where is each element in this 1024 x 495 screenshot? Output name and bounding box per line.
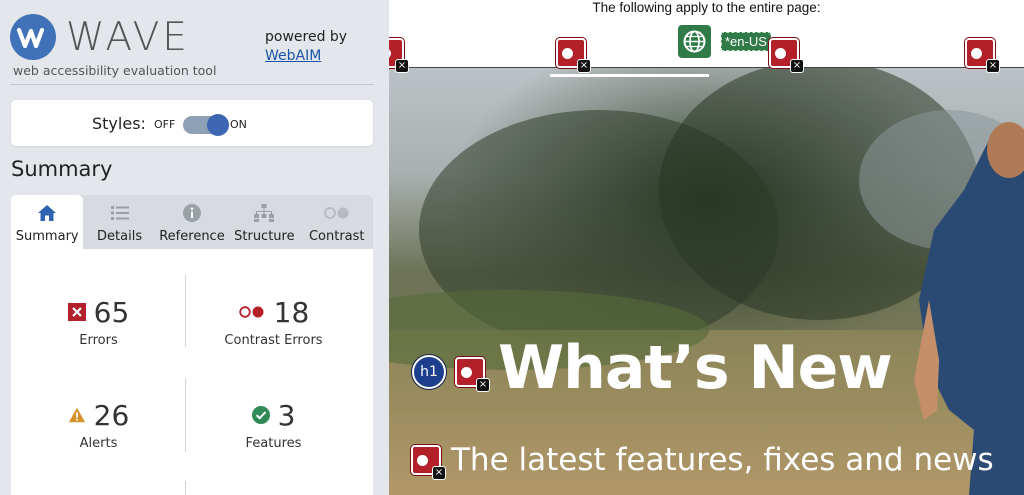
close-icon: × xyxy=(790,59,804,73)
features-count: 3 xyxy=(277,398,296,432)
info-icon xyxy=(156,203,228,223)
home-icon xyxy=(11,203,83,223)
tab-summary[interactable]: Summary xyxy=(11,195,84,249)
error-marker-dot xyxy=(389,48,391,59)
language-badge: *en-US xyxy=(721,32,771,51)
tab-contrast[interactable]: Contrast xyxy=(301,195,373,249)
close-icon: × xyxy=(577,59,591,73)
error-marker-dot xyxy=(417,455,428,466)
styles-toggle-switch[interactable] xyxy=(183,114,229,136)
error-marker-dot xyxy=(461,367,472,378)
nav-underline xyxy=(550,74,709,77)
error-marker-icon[interactable]: × xyxy=(965,38,1000,73)
webaim-link[interactable]: WebAIM xyxy=(265,47,347,66)
close-icon: × xyxy=(476,378,490,392)
close-icon: × xyxy=(432,466,446,480)
contrast-error-icon xyxy=(238,303,266,321)
alerts-count: 26 xyxy=(93,398,130,432)
summary-panel: 65 Errors 18 Contrast Errors 26 Alerts 3… xyxy=(11,249,373,495)
heading-h1-icon[interactable]: h1 xyxy=(412,355,446,389)
tab-reference[interactable]: Reference xyxy=(156,195,228,249)
feature-icon xyxy=(251,406,270,424)
close-icon: × xyxy=(986,59,1000,73)
panel-tabs: Summary Details Reference Structure Cont… xyxy=(11,195,373,249)
logo-divider xyxy=(10,84,374,85)
language-globe-icon[interactable] xyxy=(678,25,711,58)
powered-by: powered by WebAIM xyxy=(265,28,347,66)
error-marker-icon[interactable]: × xyxy=(556,38,591,73)
stat-alerts[interactable]: 26 Alerts xyxy=(11,398,186,451)
error-icon xyxy=(67,303,86,321)
tab-reference-label: Reference xyxy=(159,229,225,244)
error-marker-dot xyxy=(562,48,573,59)
powered-by-label: powered by xyxy=(265,29,348,45)
errors-label: Errors xyxy=(79,333,118,348)
tab-details[interactable]: Details xyxy=(83,195,155,249)
errors-count: 65 xyxy=(93,295,130,329)
styles-label: Styles: xyxy=(92,114,146,133)
error-marker-icon[interactable]: × xyxy=(455,357,490,392)
wave-logo-icon xyxy=(10,14,56,60)
error-marker-icon[interactable]: × xyxy=(411,445,446,480)
tab-details-label: Details xyxy=(97,229,143,244)
stat-divider xyxy=(185,481,186,495)
error-marker-icon[interactable]: × xyxy=(389,38,409,73)
page-level-text: The following apply to the entire page: xyxy=(592,0,821,15)
alerts-label: Alerts xyxy=(79,436,118,451)
styles-toggle-panel: Styles: OFF ON xyxy=(11,100,373,146)
error-marker-dot xyxy=(971,48,982,59)
page-preview: The following apply to the entire page: … xyxy=(389,0,1024,495)
close-icon: × xyxy=(395,59,409,73)
stat-contrast-errors[interactable]: 18 Contrast Errors xyxy=(186,295,361,349)
error-marker-icon[interactable]: × xyxy=(769,38,804,73)
tab-contrast-label: Contrast xyxy=(308,229,365,244)
features-label: Features xyxy=(245,436,302,451)
tab-summary-label: Summary xyxy=(15,229,79,244)
stat-features[interactable]: 3 Features xyxy=(186,398,361,452)
styles-off-label: OFF xyxy=(154,118,176,131)
structure-icon xyxy=(228,203,300,223)
styles-toggle-knob xyxy=(207,114,229,136)
wave-tagline: web accessibility evaluation tool xyxy=(13,63,217,78)
wave-logo-text: WAVE xyxy=(66,15,190,60)
tab-structure[interactable]: Structure xyxy=(228,195,300,249)
wave-sidebar: WAVE web accessibility evaluation tool p… xyxy=(0,0,389,495)
hero-subtitle: The latest features, fixes and news xyxy=(451,442,994,478)
alert-icon xyxy=(68,406,86,424)
contrast-icon xyxy=(301,203,373,223)
contrast-errors-label: Contrast Errors xyxy=(224,333,323,348)
hero-title: What’s New xyxy=(498,333,893,403)
wave-logo: WAVE web accessibility evaluation tool p… xyxy=(10,12,380,86)
styles-on-label: ON xyxy=(230,118,247,131)
contrast-errors-count: 18 xyxy=(273,295,310,329)
tab-structure-label: Structure xyxy=(234,229,295,244)
list-icon xyxy=(83,203,155,223)
stat-errors[interactable]: 65 Errors xyxy=(11,295,186,348)
summary-heading: Summary xyxy=(11,157,113,181)
error-marker-dot xyxy=(775,48,786,59)
